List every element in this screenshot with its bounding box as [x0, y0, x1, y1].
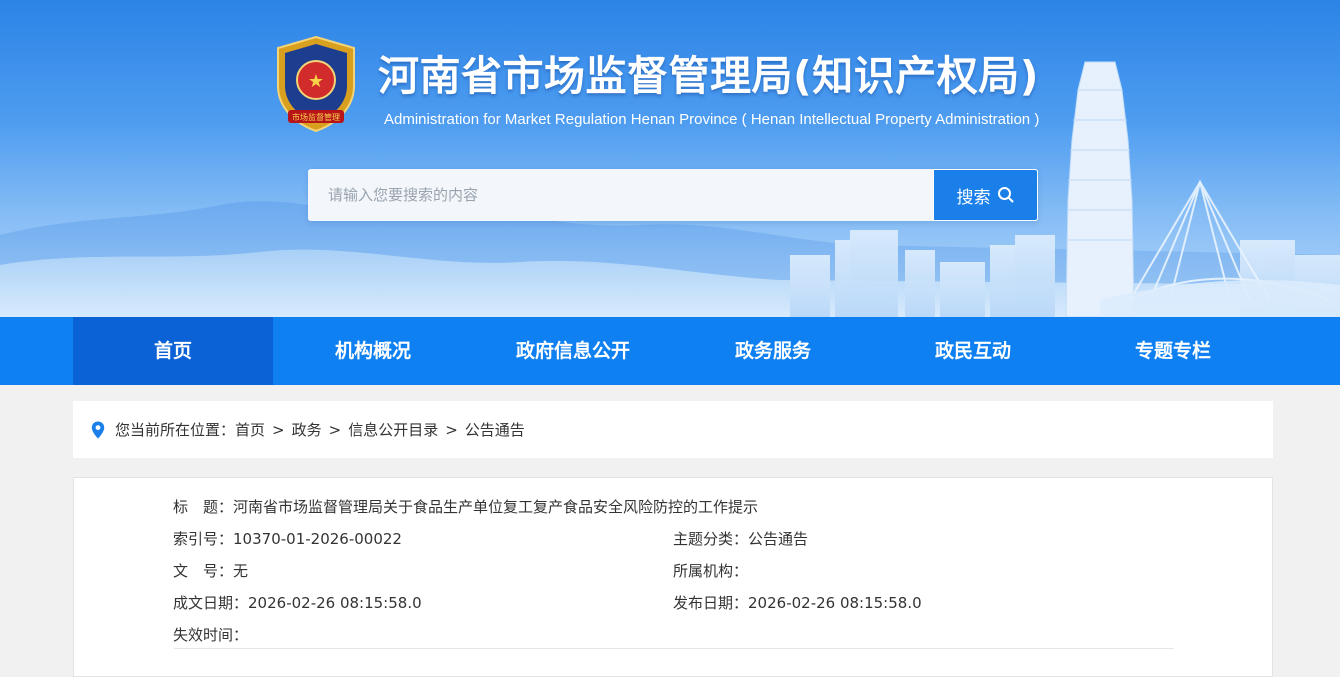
svg-text:市场监督管理: 市场监督管理	[292, 112, 340, 122]
meta-expire-label: 失效时间：	[173, 626, 249, 644]
meta-index-label: 索引号：	[173, 530, 234, 548]
meta-category: 主题分类：公告通告	[673, 528, 808, 549]
svg-text:★: ★	[308, 71, 324, 92]
meta-docno-label: 文 号：	[173, 562, 234, 580]
meta-title-value: 河南省市场监督管理局关于食品生产单位复工复产食品安全风险防控的工作提示	[233, 498, 759, 516]
meta-category-value: 公告通告	[748, 530, 809, 548]
meta-title-label: 标 题：	[173, 498, 234, 516]
article-metadata: 标 题：河南省市场监督管理局关于食品生产单位复工复产食品安全风险防控的工作提示 …	[73, 477, 1273, 677]
breadcrumb-home[interactable]: 首页	[235, 419, 265, 440]
nav-item-home[interactable]: 首页	[73, 317, 273, 385]
meta-created-label: 成文日期：	[173, 594, 249, 612]
meta-index-value: 10370-01-2026-00022	[233, 530, 402, 548]
breadcrumb-separator: >	[445, 420, 458, 439]
breadcrumb-prefix: 您当前所在位置：	[115, 421, 236, 439]
meta-docno-value: 无	[233, 562, 249, 580]
site-subtitle: Administration for Market Regulation Hen…	[384, 111, 1040, 128]
nav-item-org-overview[interactable]: 机构概况	[273, 317, 473, 385]
search-input[interactable]	[308, 169, 933, 221]
meta-published-label: 发布日期：	[673, 594, 749, 612]
meta-divider	[174, 648, 1174, 649]
search-icon	[997, 187, 1013, 203]
search-button[interactable]: 搜索	[933, 169, 1038, 221]
site-title: 河南省市场监督管理局(知识产权局)	[378, 52, 1039, 100]
meta-published: 发布日期：2026-02-26 08:15:58.0	[673, 592, 922, 613]
breadcrumb-announcements[interactable]: 公告通告	[465, 419, 525, 440]
meta-category-label: 主题分类：	[673, 530, 749, 548]
meta-org-label: 所属机构：	[673, 562, 749, 580]
meta-created-value: 2026-02-26 08:15:58.0	[248, 594, 422, 612]
meta-expire: 失效时间：	[173, 624, 248, 645]
meta-published-value: 2026-02-26 08:15:58.0	[748, 594, 922, 612]
breadcrumb: 您当前所在位置： 首页 > 政务 > 信息公开目录 > 公告通告	[73, 401, 1273, 458]
search-button-label: 搜索	[956, 187, 991, 208]
breadcrumb-affairs[interactable]: 政务	[292, 419, 322, 440]
search-bar: 搜索	[308, 169, 1038, 221]
nav-item-interaction[interactable]: 政民互动	[873, 317, 1073, 385]
location-pin-icon	[91, 421, 105, 439]
header-banner: ★ 市场监督管理 河南省市场监督管理局(知识产权局) Administratio…	[0, 0, 1340, 317]
market-regulation-emblem: ★ 市场监督管理	[277, 35, 355, 133]
meta-title: 标 题：河南省市场监督管理局关于食品生产单位复工复产食品安全风险防控的工作提示	[173, 496, 758, 517]
meta-docno: 文 号：无	[173, 560, 248, 581]
main-nav: 首页 机构概况 政府信息公开 政务服务 政民互动 专题专栏	[0, 317, 1340, 385]
meta-created: 成文日期：2026-02-26 08:15:58.0	[173, 592, 422, 613]
nav-item-topics[interactable]: 专题专栏	[1073, 317, 1273, 385]
meta-org: 所属机构：	[673, 560, 748, 581]
breadcrumb-separator: >	[328, 420, 342, 439]
breadcrumb-separator: >	[272, 420, 285, 439]
nav-item-gov-services[interactable]: 政务服务	[673, 317, 873, 385]
breadcrumb-info-catalog[interactable]: 信息公开目录	[348, 419, 438, 440]
meta-index: 索引号：10370-01-2026-00022	[173, 528, 402, 549]
nav-item-gov-info[interactable]: 政府信息公开	[473, 317, 673, 385]
